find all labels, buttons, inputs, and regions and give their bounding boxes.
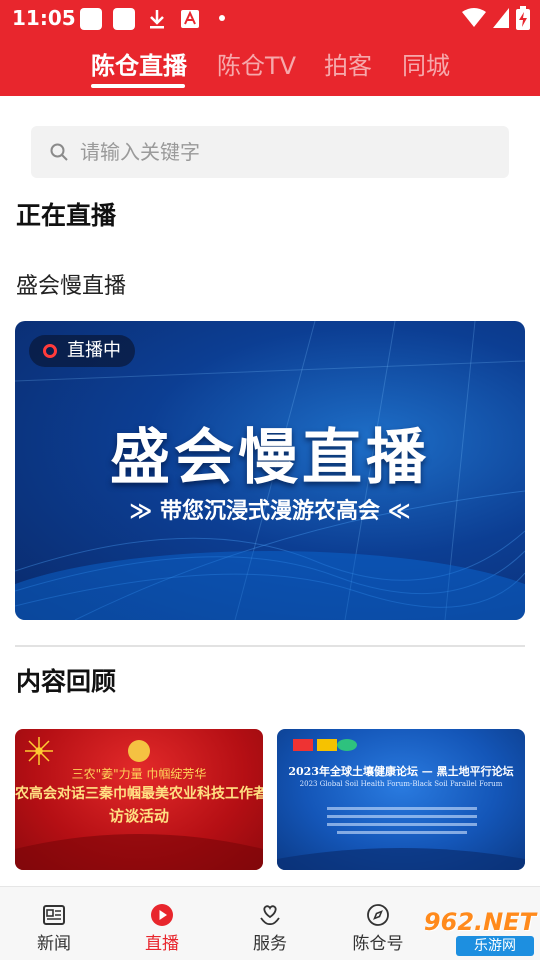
review-card-1-title: 农高会对话三秦巾帼最美农业科技工作者	[15, 786, 263, 802]
cellular-signal-icon	[493, 8, 509, 28]
live-badge-label: 直播中	[67, 340, 121, 361]
compass-icon	[367, 904, 389, 926]
nav-service[interactable]: 服务	[230, 887, 310, 960]
live-indicator-icon	[43, 344, 57, 358]
active-tab-indicator	[91, 84, 185, 88]
status-bar: 11:05	[0, 0, 540, 36]
service-icon	[260, 905, 280, 926]
live-stream-banner[interactable]: 直播中 盛会慢直播 ≫ 带您沉浸式漫游农高会 ≪	[15, 321, 525, 620]
watermark-site-name: 乐游网	[456, 936, 534, 956]
review-card-2[interactable]: 2023年全球土壤健康论坛 — 黑土地平行论坛 2023 Global Soil…	[277, 729, 525, 870]
section-divider	[15, 645, 525, 647]
nav-live-label: 直播	[145, 934, 179, 954]
wifi-icon	[462, 8, 486, 27]
notification-app-icon	[80, 8, 102, 30]
top-tab-bar: 陈仓直播 陈仓TV 拍客 同城	[0, 36, 540, 96]
search-input[interactable]	[80, 137, 480, 167]
nav-service-label: 服务	[253, 934, 287, 954]
review-card-1-slogan: 三农"姜"力量 巾帼绽芳华	[71, 767, 207, 781]
news-icon	[43, 905, 65, 925]
live-section-title: 正在直播	[16, 201, 117, 230]
live-stream-name[interactable]: 盛会慢直播	[16, 268, 126, 300]
nav-news[interactable]: 新闻	[14, 887, 94, 960]
review-card-2-art	[277, 739, 525, 870]
watermark-logo-text: 962.NET	[423, 908, 536, 936]
nav-live[interactable]: 直播	[122, 887, 202, 960]
battery-charging-icon	[516, 6, 530, 30]
review-card-2-title: 2023年全球土壤健康论坛 — 黑土地平行论坛	[288, 765, 514, 778]
search-icon	[50, 143, 68, 161]
review-card-2-subtitle: 2023 Global Soil Health Forum-Black Soil…	[299, 780, 503, 788]
tab-chencang-tv[interactable]: 陈仓TV	[217, 46, 296, 81]
banner-subtitle: ≫ 带您沉浸式漫游农高会 ≪	[129, 499, 411, 524]
tab-paike[interactable]: 拍客	[324, 46, 372, 81]
download-icon	[150, 10, 164, 29]
live-status-badge: 直播中	[29, 335, 135, 367]
font-app-icon	[181, 10, 199, 28]
review-card-1-subtitle: 访谈活动	[108, 807, 169, 825]
tab-chencang-live[interactable]: 陈仓直播	[91, 46, 187, 81]
review-section-title: 内容回顾	[16, 667, 117, 696]
tab-tongcheng[interactable]: 同城	[402, 46, 450, 81]
status-time: 11:05	[12, 6, 76, 30]
site-watermark: 962.NET 乐游网	[404, 908, 536, 958]
more-notifications-dot	[219, 15, 225, 21]
review-card-1[interactable]: 三农"姜"力量 巾帼绽芳华 农高会对话三秦巾帼最美农业科技工作者 访谈活动	[15, 729, 263, 870]
play-icon	[151, 904, 173, 926]
banner-title: 盛会慢直播	[110, 423, 430, 493]
notification-app-icon-2	[113, 8, 135, 30]
nav-news-label: 新闻	[37, 934, 71, 954]
